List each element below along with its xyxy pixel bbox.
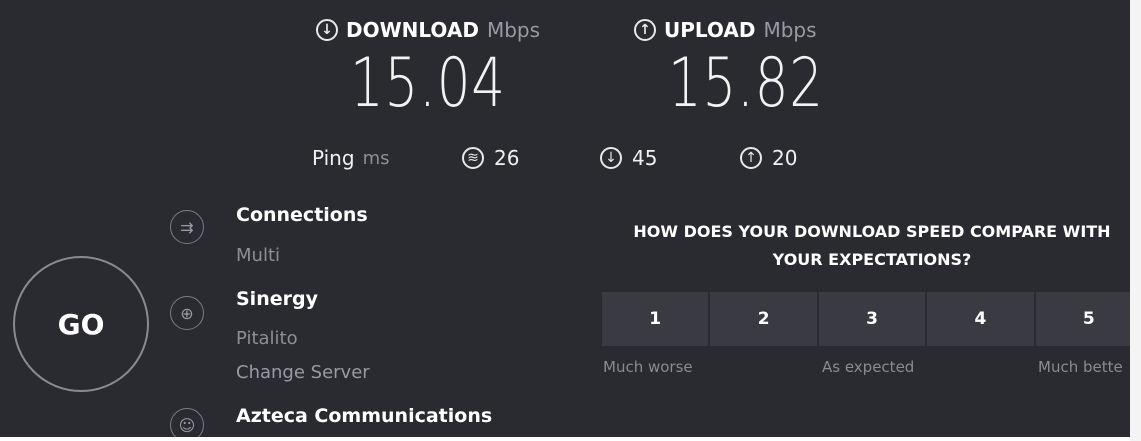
rating-label-high: Much bette: [1038, 358, 1123, 376]
ping-label: Ping: [312, 146, 355, 170]
connections-title: Connections: [236, 204, 368, 226]
survey-question: HOW DOES YOUR DOWNLOAD SPEED COMPARE WIT…: [602, 218, 1130, 274]
rating-button-3[interactable]: 3: [818, 292, 926, 346]
user-icon: ☺: [170, 408, 204, 437]
rating-button-2[interactable]: 2: [710, 292, 817, 346]
download-label: DOWNLOAD: [346, 18, 479, 42]
page-edge: [1130, 0, 1141, 441]
speedtest-panel: ↓ DOWNLOAD Mbps 15.04 ↑ UPLOAD Mbps 15.8…: [0, 0, 1130, 437]
arrow-down-circle-icon: ↓: [600, 147, 622, 169]
server-location: Pitalito: [236, 328, 298, 349]
ping-idle-value: 26: [494, 146, 520, 170]
download-value: 15.04: [350, 44, 506, 123]
download-unit: Mbps: [486, 18, 541, 42]
ping-download-value: 45: [632, 146, 658, 170]
download-header: ↓ DOWNLOAD Mbps: [316, 18, 540, 42]
rating-label-low: Much worse: [603, 358, 693, 376]
upload-label: UPLOAD: [664, 18, 756, 42]
upload-unit: Mbps: [763, 18, 817, 42]
upload-header: ↑ UPLOAD Mbps: [634, 18, 817, 42]
ping-label-group: Ping ms: [312, 146, 389, 170]
survey-question-line2: YOUR EXPECTATIONS?: [772, 250, 972, 269]
connections-icon: ⇉: [170, 210, 204, 244]
idle-latency-icon: ≋: [462, 147, 484, 169]
go-button[interactable]: GO: [13, 256, 149, 392]
upload-value: 15.82: [668, 44, 824, 123]
ping-idle: ≋ 26: [462, 146, 519, 170]
change-server-link[interactable]: Change Server: [236, 362, 370, 383]
ping-download: ↓ 45: [600, 146, 657, 170]
rating-button-4[interactable]: 4: [927, 292, 1034, 346]
rating-button-1[interactable]: 1: [602, 292, 709, 346]
ping-unit: ms: [362, 147, 390, 169]
server-name: Sinergy: [236, 288, 318, 310]
ping-upload-value: 20: [772, 146, 798, 170]
provider-name: Azteca Communications: [236, 405, 493, 427]
arrow-up-circle-icon: ↑: [634, 19, 656, 41]
rating-button-5[interactable]: 5: [1035, 292, 1130, 346]
rating-label-mid: As expected: [822, 358, 915, 376]
connections-value[interactable]: Multi: [236, 245, 280, 266]
survey-question-line1: HOW DOES YOUR DOWNLOAD SPEED COMPARE WIT…: [633, 222, 1111, 241]
arrow-up-circle-icon: ↑: [740, 147, 762, 169]
globe-icon: ⊕: [170, 296, 204, 330]
rating-scale: 1 2 3 4 5: [602, 292, 1130, 346]
ping-upload: ↑ 20: [740, 146, 797, 170]
arrow-down-circle-icon: ↓: [316, 19, 338, 41]
